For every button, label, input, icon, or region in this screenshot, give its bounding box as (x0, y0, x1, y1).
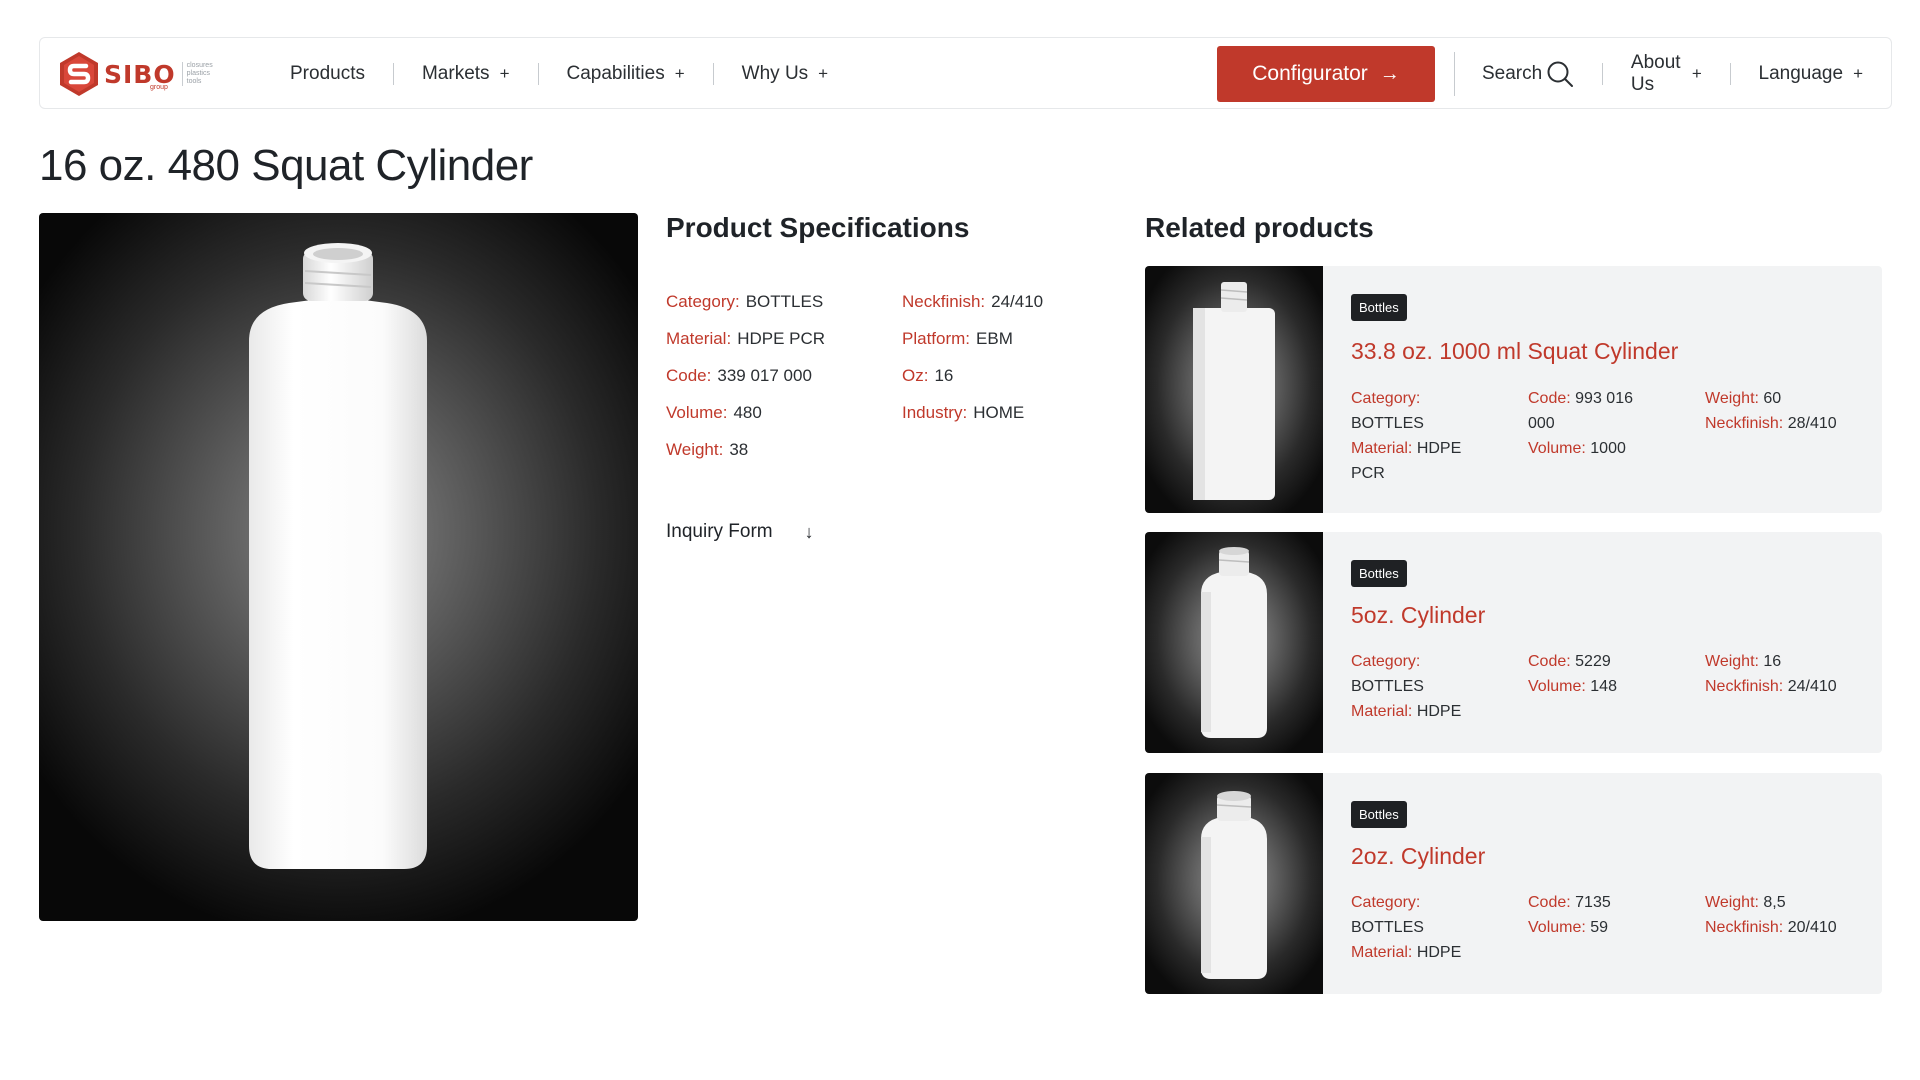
spec-code: Code: 339 017 000 (666, 366, 812, 385)
spec-weight: Weight: 38 (666, 440, 749, 459)
related-product-specs-col3: Weight: 60 Neckfinish: 28/410 (1705, 390, 1837, 432)
related-product-name[interactable]: 33.8 oz. 1000 ml Squat Cylinder (1351, 338, 1678, 365)
arrow-right-icon: → (1379, 62, 1400, 85)
category-badge: Bottles (1351, 560, 1407, 587)
related-product-specs-col2: Code: 5229 Volume: 148 (1528, 653, 1617, 695)
related-product-card[interactable]: Bottles 2oz. Cylinder Category: BOTTLES … (1145, 773, 1882, 994)
nav-markets[interactable]: Markets + (394, 38, 538, 110)
related-product-card[interactable]: Bottles 33.8 oz. 1000 ml Squat Cylinder … (1145, 266, 1882, 513)
main-nav: Products Markets + Capabilities + Why Us + (262, 38, 856, 110)
plus-icon: + (1691, 64, 1702, 83)
related-product-specs-col2: Code: 993 016 000 Volume: 1000 (1528, 390, 1633, 457)
nav-language[interactable]: Language + (1731, 38, 1891, 110)
inquiry-form-link[interactable]: Inquiry Form ↓ (666, 521, 814, 543)
nav-about-us[interactable]: About Us + (1603, 38, 1730, 110)
arrow-down-icon: ↓ (804, 521, 814, 542)
sibo-logo-icon (60, 52, 98, 96)
logo-tagline: closures plastics tools (181, 62, 213, 86)
specs-heading: Product Specifications (666, 212, 970, 243)
spec-oz: Oz: 16 (902, 366, 954, 385)
related-heading: Related products (1145, 212, 1374, 243)
related-product-specs-col2: Code: 7135 Volume: 59 (1528, 894, 1611, 936)
site-header: SIBO closures plastics tools group Produ… (39, 37, 1892, 109)
related-product-specs-col1: Category: BOTTLES Material: HDPE (1351, 894, 1462, 961)
plus-icon: + (499, 64, 510, 83)
product-image[interactable] (39, 213, 638, 921)
spec-platform: Platform: EBM (902, 329, 1013, 348)
configurator-button[interactable]: Configurator → (1217, 46, 1435, 102)
plus-icon: + (818, 64, 829, 83)
related-product-specs-col3: Weight: 16 Neckfinish: 24/410 (1705, 653, 1837, 695)
spec-industry: Industry: HOME (902, 403, 1025, 422)
logo-wordmark: SIBO (104, 59, 176, 89)
spec-category: Category: BOTTLES (666, 292, 824, 311)
nav-products[interactable]: Products (262, 38, 393, 110)
search-icon (1547, 61, 1574, 87)
related-product-name[interactable]: 2oz. Cylinder (1351, 843, 1485, 870)
bottle-image (1201, 791, 1267, 979)
spec-volume: Volume: 480 (666, 403, 762, 422)
secondary-nav: Search About Us + Language + (1460, 38, 1891, 110)
related-product-image (1145, 266, 1323, 513)
related-product-image (1145, 773, 1323, 994)
header-divider (1454, 52, 1455, 96)
plus-icon: + (1853, 64, 1863, 83)
related-product-card[interactable]: Bottles 5oz. Cylinder Category: BOTTLES … (1145, 532, 1882, 753)
related-product-specs-col3: Weight: 8,5 Neckfinish: 20/410 (1705, 894, 1837, 936)
category-badge: Bottles (1351, 801, 1407, 828)
category-badge: Bottles (1351, 294, 1407, 321)
search-button[interactable]: Search (1460, 38, 1602, 110)
nav-why-us[interactable]: Why Us + (714, 38, 856, 110)
bottle-image (1193, 282, 1275, 500)
bottle-image (1201, 547, 1267, 738)
related-product-name[interactable]: 5oz. Cylinder (1351, 602, 1485, 629)
logo-group-text: group (150, 84, 168, 91)
related-product-specs-col1: Category: BOTTLES Material: HDPE (1351, 653, 1462, 720)
plus-icon: + (674, 64, 685, 83)
nav-capabilities[interactable]: Capabilities + (539, 38, 713, 110)
related-product-specs-col1: Category: BOTTLES Material: HDPE PCR (1351, 390, 1462, 482)
spec-material: Material: HDPE PCR (666, 329, 826, 348)
related-product-image (1145, 532, 1323, 753)
spec-neckfinish: Neckfinish: 24/410 (902, 292, 1044, 311)
sibo-logo[interactable]: SIBO closures plastics tools group (58, 51, 228, 97)
page-title: 16 oz. 480 Squat Cylinder (39, 141, 533, 190)
bottle-image (249, 243, 427, 869)
